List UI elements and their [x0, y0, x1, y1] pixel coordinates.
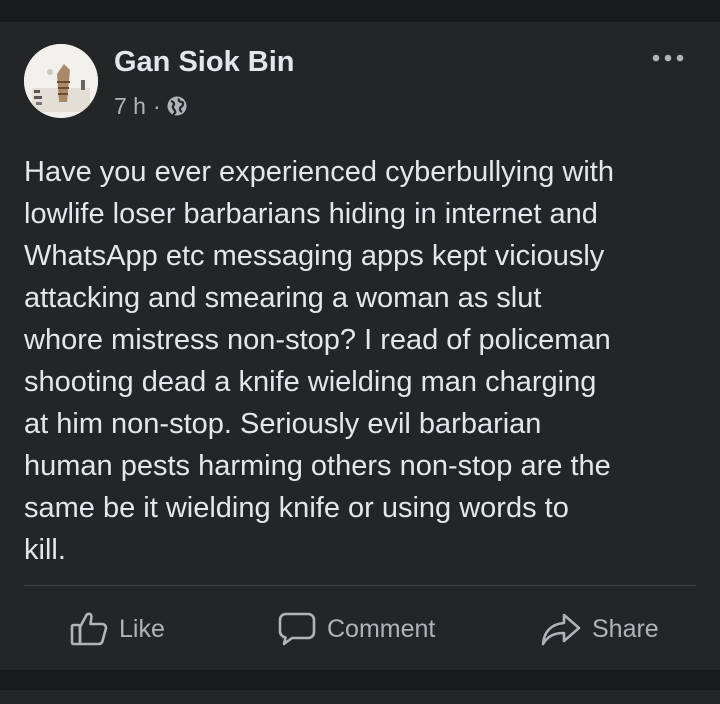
- post-text: Have you ever experienced cyberbullying …: [24, 156, 614, 566]
- comment-label: Comment: [327, 614, 436, 643]
- thumbs-up-icon: [70, 611, 108, 647]
- like-label: Like: [119, 614, 165, 643]
- post-author-name[interactable]: Gan Siok Bin: [114, 46, 294, 79]
- next-post-card-edge: [0, 690, 720, 704]
- share-label: Share: [592, 614, 659, 643]
- comment-icon: [278, 611, 316, 647]
- globe-icon[interactable]: [166, 95, 188, 117]
- share-button[interactable]: Share: [541, 605, 659, 653]
- like-button[interactable]: Like: [70, 605, 165, 653]
- more-options-icon: [652, 54, 684, 62]
- meta-separator: ·: [152, 92, 161, 119]
- post-timestamp[interactable]: 7 h: [114, 93, 146, 120]
- feed-gap-top: [0, 0, 720, 22]
- share-arrow-icon: [541, 611, 581, 647]
- feed-gap-bottom: [0, 670, 720, 690]
- actions-divider: [24, 585, 696, 586]
- avatar-image: [24, 44, 98, 118]
- comment-button[interactable]: Comment: [278, 605, 435, 653]
- post-meta: 7 h ·: [114, 91, 188, 121]
- more-options-button[interactable]: [648, 46, 688, 70]
- avatar[interactable]: [24, 44, 98, 118]
